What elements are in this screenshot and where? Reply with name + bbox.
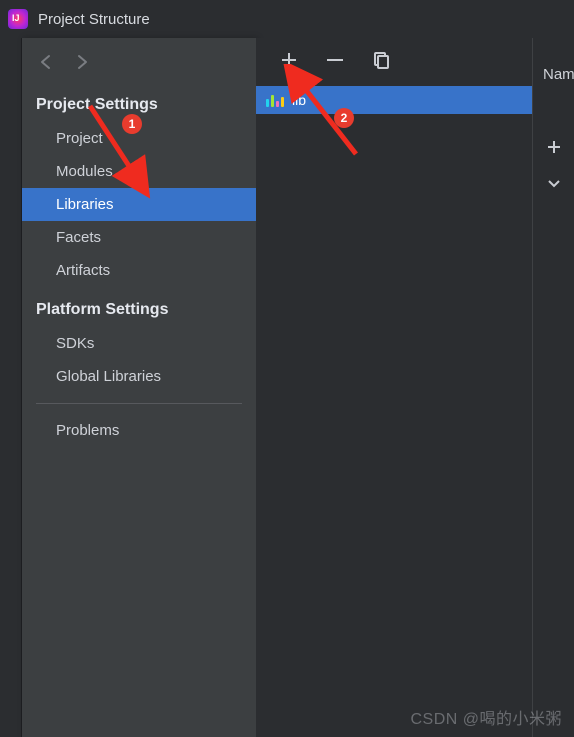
back-button[interactable]	[36, 52, 56, 72]
minus-icon	[327, 59, 343, 61]
annotation-badge-1: 1	[122, 114, 142, 134]
left-gutter	[0, 38, 22, 737]
annotation-arrow-2	[278, 64, 368, 164]
nav-arrows	[22, 38, 256, 82]
watermark: CSDN @喝的小米粥	[410, 705, 562, 729]
titlebar: Project Structure	[0, 0, 574, 38]
window-title: Project Structure	[38, 11, 150, 28]
right-add-button[interactable]	[543, 136, 565, 158]
app-icon	[8, 9, 28, 29]
annotation-badge-2: 2	[334, 108, 354, 128]
annotation-arrow-1	[80, 100, 160, 200]
platform-settings-header: Platform Settings	[22, 287, 256, 327]
sidebar-item-artifacts[interactable]: Artifacts	[22, 254, 256, 287]
sidebar-item-sdks[interactable]: SDKs	[22, 327, 256, 360]
sidebar-item-global-libraries[interactable]: Global Libraries	[22, 360, 256, 393]
copy-library-button[interactable]	[370, 49, 392, 71]
forward-button[interactable]	[72, 52, 92, 72]
name-label: Nam	[543, 66, 574, 83]
expand-button[interactable]	[543, 172, 565, 194]
right-pane: Nam	[532, 38, 574, 737]
sidebar-item-facets[interactable]: Facets	[22, 221, 256, 254]
divider	[36, 403, 242, 404]
sidebar-item-problems[interactable]: Problems	[22, 414, 256, 447]
